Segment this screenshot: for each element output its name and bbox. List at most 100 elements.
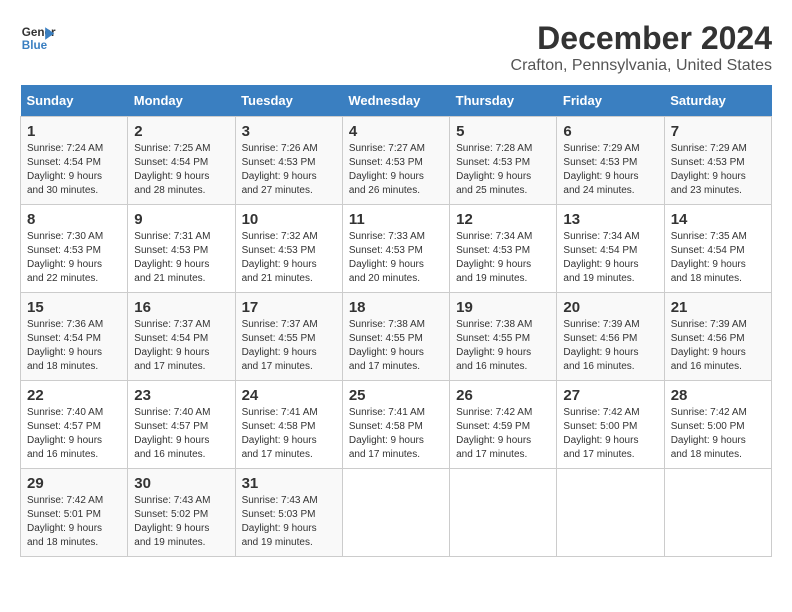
calendar-cell xyxy=(450,469,557,557)
calendar-cell xyxy=(664,469,771,557)
day-number: 18 xyxy=(349,299,443,316)
weekday-header-tuesday: Tuesday xyxy=(235,85,342,117)
day-number: 31 xyxy=(242,475,336,492)
day-info: Sunrise: 7:24 AMSunset: 4:54 PMDaylight:… xyxy=(27,143,103,196)
day-info: Sunrise: 7:39 AMSunset: 4:56 PMDaylight:… xyxy=(671,319,747,372)
day-number: 2 xyxy=(134,123,228,140)
day-number: 20 xyxy=(563,299,657,316)
calendar-cell: 28 Sunrise: 7:42 AMSunset: 5:00 PMDaylig… xyxy=(664,381,771,469)
logo-icon: General Blue xyxy=(20,20,56,56)
calendar-cell: 6 Sunrise: 7:29 AMSunset: 4:53 PMDayligh… xyxy=(557,117,664,205)
day-number: 16 xyxy=(134,299,228,316)
day-number: 14 xyxy=(671,211,765,228)
day-info: Sunrise: 7:42 AMSunset: 5:01 PMDaylight:… xyxy=(27,495,103,548)
day-info: Sunrise: 7:31 AMSunset: 4:53 PMDaylight:… xyxy=(134,231,210,284)
logo: General Blue xyxy=(20,20,56,56)
day-number: 28 xyxy=(671,387,765,404)
day-info: Sunrise: 7:37 AMSunset: 4:54 PMDaylight:… xyxy=(134,319,210,372)
calendar-cell: 8 Sunrise: 7:30 AMSunset: 4:53 PMDayligh… xyxy=(21,205,128,293)
day-number: 4 xyxy=(349,123,443,140)
day-number: 23 xyxy=(134,387,228,404)
calendar-cell: 21 Sunrise: 7:39 AMSunset: 4:56 PMDaylig… xyxy=(664,293,771,381)
calendar-title: December 2024 xyxy=(511,20,772,57)
calendar-cell: 24 Sunrise: 7:41 AMSunset: 4:58 PMDaylig… xyxy=(235,381,342,469)
day-number: 13 xyxy=(563,211,657,228)
day-number: 17 xyxy=(242,299,336,316)
day-info: Sunrise: 7:40 AMSunset: 4:57 PMDaylight:… xyxy=(27,407,103,460)
day-number: 5 xyxy=(456,123,550,140)
day-info: Sunrise: 7:37 AMSunset: 4:55 PMDaylight:… xyxy=(242,319,318,372)
day-number: 19 xyxy=(456,299,550,316)
calendar-table: SundayMondayTuesdayWednesdayThursdayFrid… xyxy=(20,85,772,557)
day-number: 11 xyxy=(349,211,443,228)
title-section: December 2024 Crafton, Pennsylvania, Uni… xyxy=(511,20,772,75)
day-number: 26 xyxy=(456,387,550,404)
calendar-cell: 16 Sunrise: 7:37 AMSunset: 4:54 PMDaylig… xyxy=(128,293,235,381)
day-info: Sunrise: 7:36 AMSunset: 4:54 PMDaylight:… xyxy=(27,319,103,372)
calendar-cell: 15 Sunrise: 7:36 AMSunset: 4:54 PMDaylig… xyxy=(21,293,128,381)
day-number: 24 xyxy=(242,387,336,404)
day-info: Sunrise: 7:26 AMSunset: 4:53 PMDaylight:… xyxy=(242,143,318,196)
calendar-cell: 3 Sunrise: 7:26 AMSunset: 4:53 PMDayligh… xyxy=(235,117,342,205)
day-number: 25 xyxy=(349,387,443,404)
day-info: Sunrise: 7:38 AMSunset: 4:55 PMDaylight:… xyxy=(349,319,425,372)
day-number: 22 xyxy=(27,387,121,404)
day-number: 29 xyxy=(27,475,121,492)
weekday-header-thursday: Thursday xyxy=(450,85,557,117)
day-info: Sunrise: 7:29 AMSunset: 4:53 PMDaylight:… xyxy=(671,143,747,196)
day-number: 30 xyxy=(134,475,228,492)
weekday-header-monday: Monday xyxy=(128,85,235,117)
day-number: 8 xyxy=(27,211,121,228)
calendar-cell: 29 Sunrise: 7:42 AMSunset: 5:01 PMDaylig… xyxy=(21,469,128,557)
day-info: Sunrise: 7:32 AMSunset: 4:53 PMDaylight:… xyxy=(242,231,318,284)
calendar-cell: 25 Sunrise: 7:41 AMSunset: 4:58 PMDaylig… xyxy=(342,381,449,469)
calendar-cell: 19 Sunrise: 7:38 AMSunset: 4:55 PMDaylig… xyxy=(450,293,557,381)
weekday-header-friday: Friday xyxy=(557,85,664,117)
calendar-cell xyxy=(557,469,664,557)
calendar-cell: 20 Sunrise: 7:39 AMSunset: 4:56 PMDaylig… xyxy=(557,293,664,381)
day-info: Sunrise: 7:42 AMSunset: 4:59 PMDaylight:… xyxy=(456,407,532,460)
calendar-cell: 1 Sunrise: 7:24 AMSunset: 4:54 PMDayligh… xyxy=(21,117,128,205)
day-info: Sunrise: 7:39 AMSunset: 4:56 PMDaylight:… xyxy=(563,319,639,372)
day-info: Sunrise: 7:43 AMSunset: 5:02 PMDaylight:… xyxy=(134,495,210,548)
day-info: Sunrise: 7:30 AMSunset: 4:53 PMDaylight:… xyxy=(27,231,103,284)
weekday-header-wednesday: Wednesday xyxy=(342,85,449,117)
day-number: 15 xyxy=(27,299,121,316)
day-info: Sunrise: 7:41 AMSunset: 4:58 PMDaylight:… xyxy=(242,407,318,460)
day-number: 7 xyxy=(671,123,765,140)
calendar-cell: 17 Sunrise: 7:37 AMSunset: 4:55 PMDaylig… xyxy=(235,293,342,381)
day-info: Sunrise: 7:28 AMSunset: 4:53 PMDaylight:… xyxy=(456,143,532,196)
day-number: 10 xyxy=(242,211,336,228)
day-number: 27 xyxy=(563,387,657,404)
day-info: Sunrise: 7:41 AMSunset: 4:58 PMDaylight:… xyxy=(349,407,425,460)
calendar-cell: 22 Sunrise: 7:40 AMSunset: 4:57 PMDaylig… xyxy=(21,381,128,469)
calendar-cell: 2 Sunrise: 7:25 AMSunset: 4:54 PMDayligh… xyxy=(128,117,235,205)
svg-text:Blue: Blue xyxy=(22,39,48,52)
day-number: 6 xyxy=(563,123,657,140)
calendar-cell xyxy=(342,469,449,557)
calendar-cell: 31 Sunrise: 7:43 AMSunset: 5:03 PMDaylig… xyxy=(235,469,342,557)
calendar-cell: 11 Sunrise: 7:33 AMSunset: 4:53 PMDaylig… xyxy=(342,205,449,293)
day-info: Sunrise: 7:42 AMSunset: 5:00 PMDaylight:… xyxy=(671,407,747,460)
day-number: 9 xyxy=(134,211,228,228)
calendar-cell: 10 Sunrise: 7:32 AMSunset: 4:53 PMDaylig… xyxy=(235,205,342,293)
calendar-cell: 18 Sunrise: 7:38 AMSunset: 4:55 PMDaylig… xyxy=(342,293,449,381)
day-number: 12 xyxy=(456,211,550,228)
day-info: Sunrise: 7:34 AMSunset: 4:53 PMDaylight:… xyxy=(456,231,532,284)
day-number: 3 xyxy=(242,123,336,140)
calendar-subtitle: Crafton, Pennsylvania, United States xyxy=(511,57,772,75)
calendar-cell: 23 Sunrise: 7:40 AMSunset: 4:57 PMDaylig… xyxy=(128,381,235,469)
calendar-cell: 5 Sunrise: 7:28 AMSunset: 4:53 PMDayligh… xyxy=(450,117,557,205)
day-info: Sunrise: 7:33 AMSunset: 4:53 PMDaylight:… xyxy=(349,231,425,284)
day-info: Sunrise: 7:34 AMSunset: 4:54 PMDaylight:… xyxy=(563,231,639,284)
day-info: Sunrise: 7:42 AMSunset: 5:00 PMDaylight:… xyxy=(563,407,639,460)
calendar-cell: 13 Sunrise: 7:34 AMSunset: 4:54 PMDaylig… xyxy=(557,205,664,293)
calendar-cell: 9 Sunrise: 7:31 AMSunset: 4:53 PMDayligh… xyxy=(128,205,235,293)
weekday-header-saturday: Saturday xyxy=(664,85,771,117)
day-info: Sunrise: 7:40 AMSunset: 4:57 PMDaylight:… xyxy=(134,407,210,460)
calendar-cell: 27 Sunrise: 7:42 AMSunset: 5:00 PMDaylig… xyxy=(557,381,664,469)
calendar-cell: 7 Sunrise: 7:29 AMSunset: 4:53 PMDayligh… xyxy=(664,117,771,205)
day-info: Sunrise: 7:38 AMSunset: 4:55 PMDaylight:… xyxy=(456,319,532,372)
day-number: 21 xyxy=(671,299,765,316)
day-info: Sunrise: 7:29 AMSunset: 4:53 PMDaylight:… xyxy=(563,143,639,196)
